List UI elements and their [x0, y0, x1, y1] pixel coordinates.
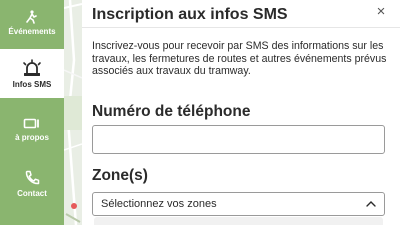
- zones-select[interactable]: Sélectionnez vos zones: [92, 192, 385, 216]
- nav-item-sms[interactable]: Infos SMS: [0, 49, 64, 98]
- nav-contact-label: Contact: [17, 189, 47, 198]
- sidebar-nav: Événements Infos SMS à propos Contact: [0, 0, 64, 225]
- zones-label: Zone(s): [92, 167, 148, 184]
- phone-label: Numéro de téléphone: [92, 103, 251, 120]
- nav-item-events[interactable]: Événements: [0, 0, 64, 42]
- phone-input[interactable]: [92, 125, 385, 154]
- road-work-icon: [26, 10, 37, 24]
- zones-dropdown-list[interactable]: [94, 217, 383, 225]
- phone-icon: [25, 170, 40, 185]
- map-marker-icon[interactable]: [71, 203, 77, 209]
- close-icon[interactable]: ×: [374, 4, 388, 19]
- map-tiles: [64, 0, 82, 225]
- nav-item-contact[interactable]: Contact: [0, 166, 64, 202]
- sms-signup-panel: Inscription aux infos SMS × Inscrivez-vo…: [82, 0, 400, 225]
- tram-icon: [23, 118, 39, 129]
- alarm-light-icon: [23, 58, 41, 76]
- nav-about-label: à propos: [15, 133, 49, 142]
- nav-sms-label: Infos SMS: [12, 79, 52, 89]
- panel-title: Inscription aux infos SMS: [92, 6, 288, 23]
- zones-select-placeholder: Sélectionnez vos zones: [101, 198, 217, 210]
- intro-text: Inscrivez-vous pour recevoir par SMS des…: [92, 40, 387, 78]
- chevron-up-icon: [366, 201, 376, 207]
- nav-item-about[interactable]: à propos: [0, 112, 64, 148]
- map-background[interactable]: [64, 0, 82, 225]
- nav-events-label: Événements: [8, 27, 56, 36]
- title-divider: [82, 27, 400, 28]
